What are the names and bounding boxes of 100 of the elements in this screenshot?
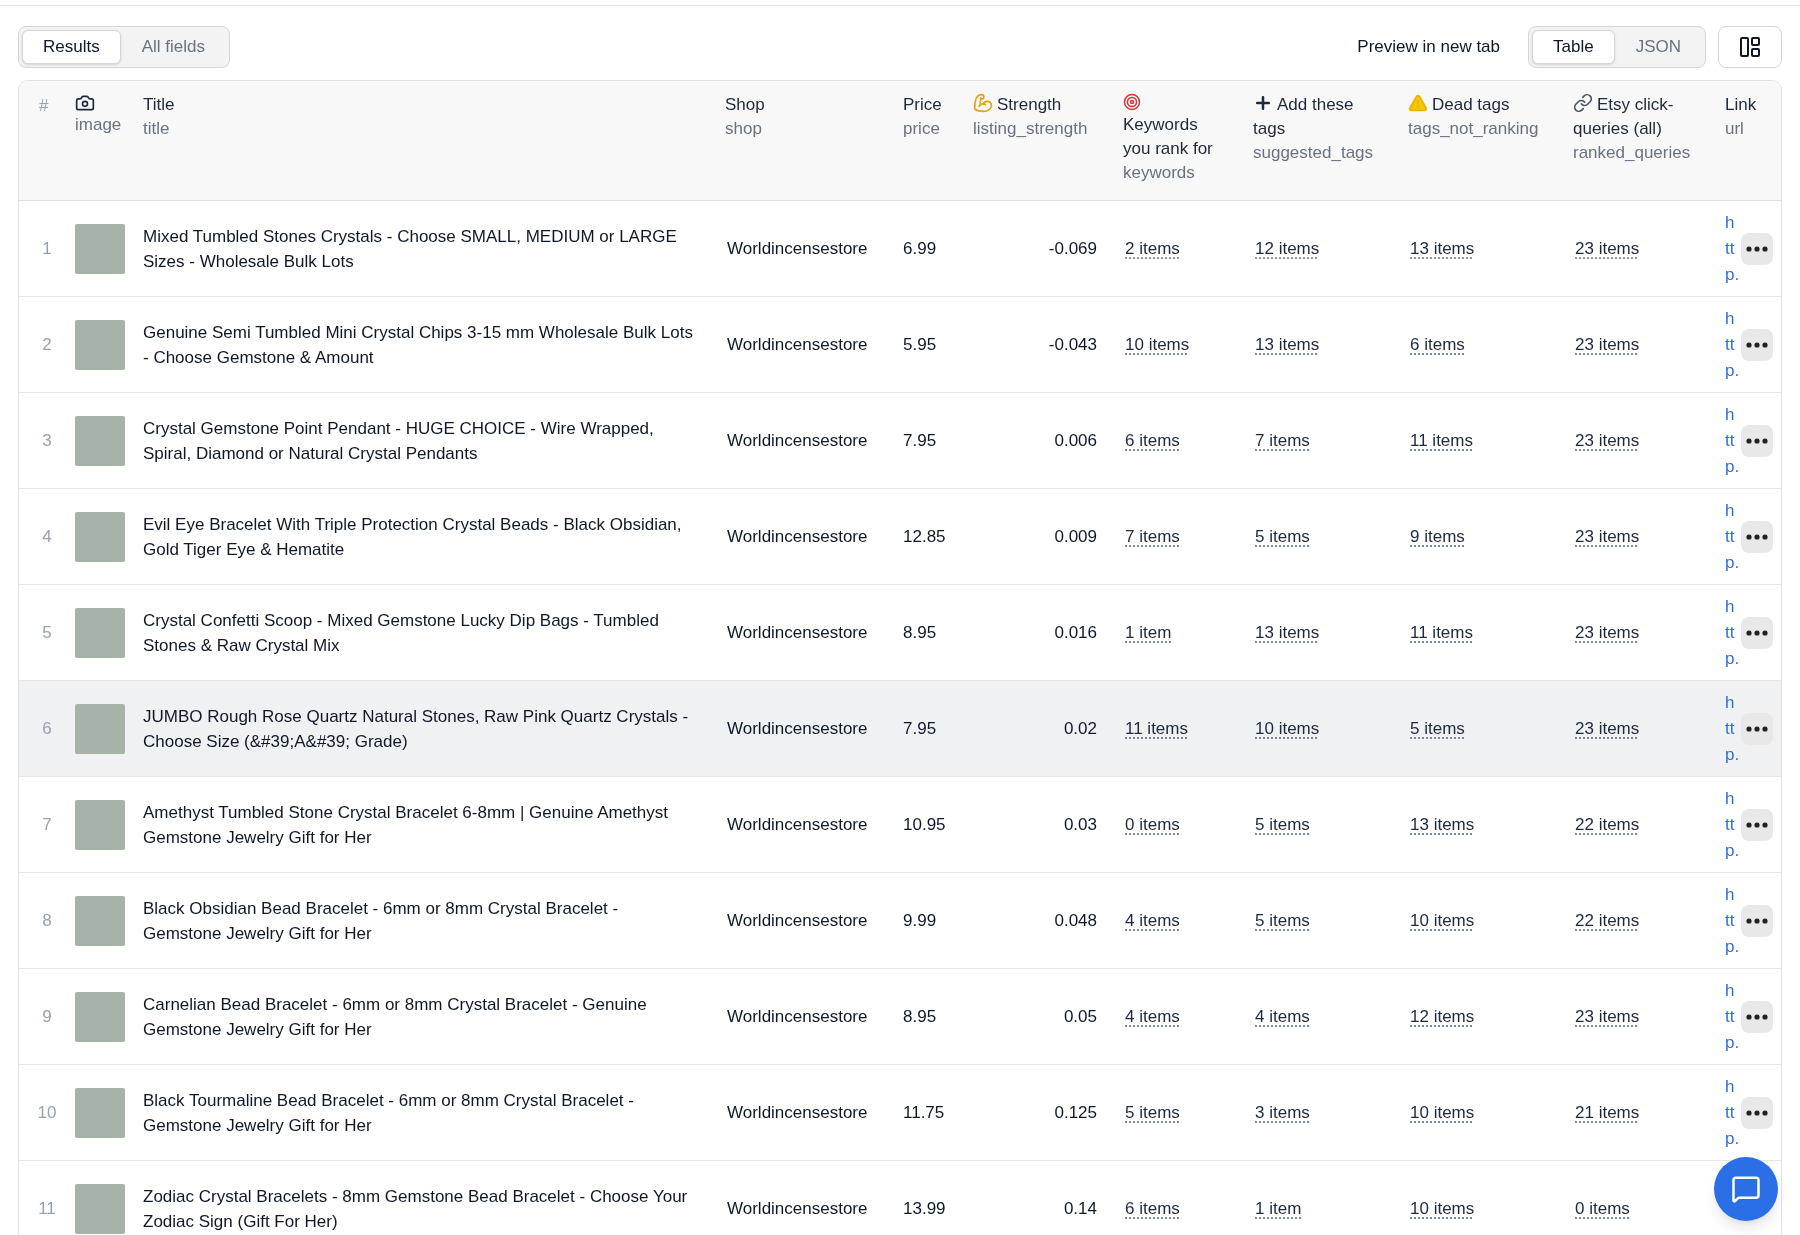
- url-link[interactable]: http.: [1725, 401, 1739, 480]
- items-link[interactable]: 22 items: [1575, 814, 1640, 834]
- more-button[interactable]: [1741, 808, 1773, 841]
- table-cell: 8.95: [903, 1006, 937, 1026]
- more-button[interactable]: [1741, 424, 1773, 457]
- more-button[interactable]: [1741, 616, 1773, 649]
- items-link[interactable]: 4 items: [1125, 910, 1180, 930]
- target-icon: [1123, 93, 1141, 111]
- url-link[interactable]: http.: [1725, 977, 1739, 1056]
- items-link[interactable]: 5 items: [1255, 526, 1310, 546]
- preview-link[interactable]: Preview in new tab: [1357, 34, 1500, 60]
- items-link[interactable]: 0 items: [1575, 1198, 1630, 1218]
- items-link[interactable]: 13 items: [1255, 334, 1320, 354]
- camera-icon: [75, 93, 95, 113]
- items-link[interactable]: 12 items: [1255, 238, 1320, 258]
- items-link[interactable]: 0 items: [1125, 814, 1180, 834]
- url-link[interactable]: http.: [1725, 881, 1739, 960]
- table-cell-text: Black Obsidian Bead Bracelet - 6mm or 8mm Crystal Bracelet - Gemstone Jewelry Gift for Her: [143, 897, 620, 945]
- items-link[interactable]: 23 items: [1575, 622, 1640, 642]
- more-icon: [1746, 821, 1768, 828]
- url-link[interactable]: http.: [1725, 593, 1739, 672]
- more-button[interactable]: [1741, 1000, 1773, 1033]
- items-link[interactable]: 13 items: [1410, 814, 1475, 834]
- tab[interactable]: JSON: [1614, 30, 1702, 64]
- items-link[interactable]: 23 items: [1575, 1006, 1640, 1026]
- table-cell-text: 0.006: [1054, 429, 1097, 452]
- items-link[interactable]: 23 items: [1575, 430, 1640, 450]
- table-cell: Worldincensestore: [727, 910, 868, 930]
- items-link[interactable]: 7 items: [1125, 526, 1180, 546]
- photo-placeholder: [75, 1183, 125, 1234]
- column-field: tags_not_ranking: [1408, 117, 1539, 141]
- table-cell: 10.95: [903, 814, 946, 834]
- table-cell-text: JUMBO Rough Rose Quartz Natural Stones, Raw Pink Quartz Crystals - Choose Size (&#39;A&#39; Grade): [143, 705, 690, 753]
- items-link[interactable]: 5 items: [1410, 718, 1465, 738]
- items-link[interactable]: 13 items: [1410, 238, 1475, 258]
- items-link[interactable]: 23 items: [1575, 718, 1640, 738]
- url-link[interactable]: http.: [1725, 497, 1739, 576]
- items-link[interactable]: 4 items: [1125, 1006, 1180, 1026]
- table-cell-text: -0.043: [1048, 333, 1097, 356]
- items-link[interactable]: 12 items: [1410, 1006, 1475, 1026]
- more-icon: [1746, 1109, 1768, 1116]
- items-link[interactable]: 6 items: [1125, 430, 1180, 450]
- table-cell: Worldincensestore: [727, 622, 868, 642]
- tab[interactable]: Results: [22, 30, 121, 64]
- column-field: suggested_tags: [1253, 141, 1374, 165]
- items-link[interactable]: 10 items: [1410, 910, 1475, 930]
- table-cell-text: 0.125: [1054, 1101, 1097, 1124]
- table-row[interactable]: 6 JUMBO Rough Rose Quartz Natural Stones, Raw Pink Quartz Crystals - Choose Size (&#39;A&#39; Grade) Worldincensestore 7.95 0.02 11 items 10 items 5 items 23 items http.: [19, 681, 1781, 777]
- url-link[interactable]: http.: [1725, 785, 1739, 864]
- more-button[interactable]: [1741, 232, 1773, 265]
- more-button[interactable]: [1741, 904, 1773, 937]
- items-link[interactable]: 23 items: [1575, 238, 1640, 258]
- items-link[interactable]: 2 items: [1125, 238, 1180, 258]
- column-header: Dead tags: [1408, 93, 1510, 117]
- row-number: 3: [42, 429, 52, 452]
- table-cell: Worldincensestore: [727, 430, 868, 450]
- items-link[interactable]: 22 items: [1575, 910, 1640, 930]
- more-button[interactable]: [1741, 328, 1773, 361]
- items-link[interactable]: 10 items: [1255, 718, 1320, 738]
- items-link[interactable]: 6 items: [1125, 1198, 1180, 1218]
- more-button[interactable]: [1741, 712, 1773, 745]
- items-link[interactable]: 6 items: [1410, 334, 1465, 354]
- table-cell-text: Carnelian Bead Bracelet - 6mm or 8mm Crystal Bracelet - Genuine Gemstone Jewelry Gift for Her: [143, 993, 648, 1041]
- more-button[interactable]: [1741, 520, 1773, 553]
- items-link[interactable]: 5 items: [1255, 910, 1310, 930]
- items-link[interactable]: 10 items: [1410, 1102, 1475, 1122]
- column-field: title: [143, 117, 170, 141]
- more-icon: [1746, 341, 1768, 348]
- more-button[interactable]: [1741, 1096, 1773, 1129]
- items-link[interactable]: 23 items: [1575, 334, 1640, 354]
- url-link[interactable]: http.: [1725, 1073, 1739, 1152]
- table-cell-text: Black Tourmaline Bead Bracelet - 6mm or 8mm Crystal Bracelet - Gemstone Jewelry Gift for Her: [143, 1089, 635, 1137]
- more-icon: [1746, 725, 1768, 732]
- url-link[interactable]: http.: [1725, 209, 1739, 288]
- table-cell: Worldincensestore: [727, 238, 868, 258]
- items-link[interactable]: 3 items: [1255, 1102, 1310, 1122]
- items-link[interactable]: 11 items: [1410, 622, 1473, 642]
- items-link[interactable]: 23 items: [1575, 526, 1640, 546]
- items-link[interactable]: 21 items: [1575, 1102, 1640, 1122]
- tab[interactable]: All fields: [120, 30, 226, 64]
- items-link[interactable]: 4 items: [1255, 1006, 1310, 1026]
- row-number: 9: [42, 1005, 52, 1028]
- items-link[interactable]: 10 items: [1410, 1198, 1475, 1218]
- items-link[interactable]: 5 items: [1125, 1102, 1180, 1122]
- table-cell: 11.75: [903, 1102, 945, 1122]
- items-link[interactable]: 5 items: [1255, 814, 1310, 834]
- items-link[interactable]: 11 items: [1125, 718, 1188, 738]
- items-link[interactable]: 11 items: [1410, 430, 1473, 450]
- items-link[interactable]: 7 items: [1255, 430, 1310, 450]
- table-cell-text: Amethyst Tumbled Stone Crystal Bracelet 6-8mm | Genuine Amethyst Gemstone Jewelry Gift for Her: [143, 801, 670, 849]
- column-header: Price: [903, 94, 942, 116]
- url-link[interactable]: http.: [1725, 305, 1739, 384]
- items-link[interactable]: 10 items: [1125, 334, 1190, 354]
- tab[interactable]: Table: [1532, 30, 1615, 64]
- layout-button[interactable]: [1718, 26, 1782, 68]
- items-link[interactable]: 9 items: [1410, 526, 1465, 546]
- items-link[interactable]: 13 items: [1255, 622, 1320, 642]
- items-link[interactable]: 1 item: [1255, 1198, 1302, 1218]
- items-link[interactable]: 1 item: [1125, 622, 1172, 642]
- url-link[interactable]: http.: [1725, 689, 1739, 768]
